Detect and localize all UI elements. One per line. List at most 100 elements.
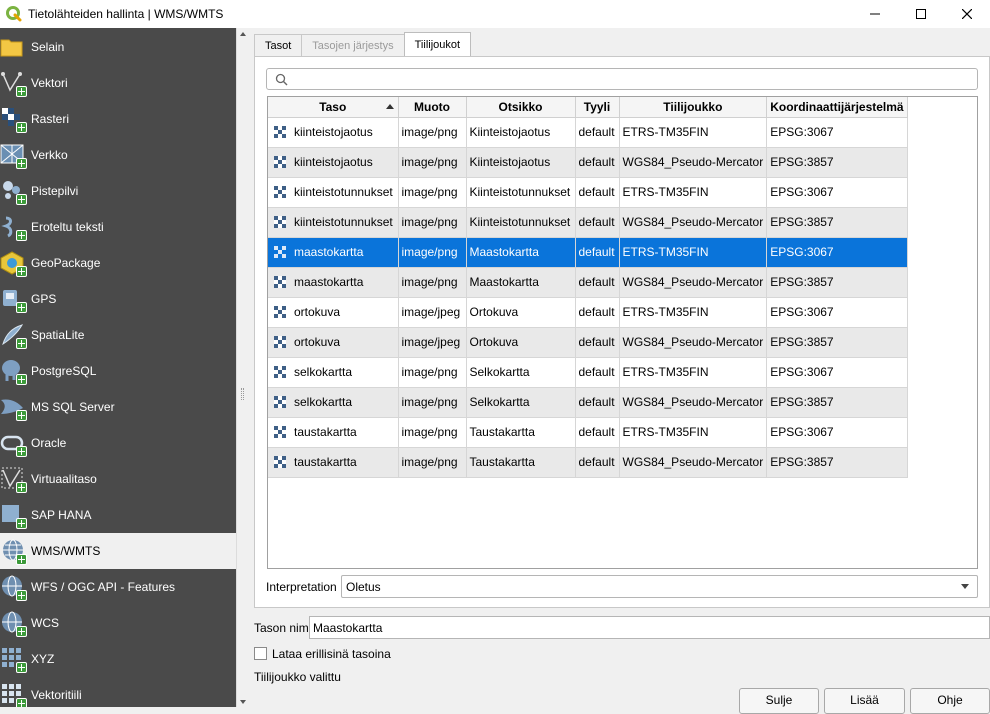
cell-text: image/png bbox=[401, 245, 458, 259]
cell-text: Kiinteistotunnukset bbox=[469, 185, 571, 199]
layer-name-input[interactable] bbox=[309, 616, 990, 639]
column-header-muoto[interactable]: Muoto bbox=[398, 97, 467, 118]
table-cell: EPSG:3857 bbox=[766, 387, 908, 418]
maximize-button[interactable] bbox=[898, 0, 944, 28]
minimize-button[interactable] bbox=[852, 0, 898, 28]
cell-text: EPSG:3857 bbox=[770, 395, 834, 409]
table-cell: ETRS-TM35FIN bbox=[619, 357, 768, 388]
scroll-down-arrow-icon[interactable] bbox=[240, 700, 246, 704]
table-row[interactable]: kiinteistojaotus image/png Kiinteistojaotu… bbox=[268, 117, 908, 148]
cell-text: EPSG:3067 bbox=[770, 245, 834, 259]
table-row[interactable]: taustakartta image/png Taustakartta default… bbox=[268, 447, 908, 478]
sidebar-item-xyz[interactable]: XYZ bbox=[0, 641, 236, 677]
cell-text: WGS84_Pseudo-Mercator bbox=[622, 275, 764, 289]
table-cell: ortokuva bbox=[268, 297, 399, 328]
table-row[interactable]: maastokartta image/png Maastokartta default… bbox=[268, 267, 908, 298]
table-row[interactable]: kiinteistotunnukset image/png Kiinteistotu… bbox=[268, 177, 908, 208]
column-header-tyyli[interactable]: Tyyli bbox=[575, 97, 620, 118]
table-cell: Maastokartta bbox=[466, 237, 576, 268]
sidebar-item-oracle[interactable]: Oracle bbox=[0, 425, 236, 461]
table-row[interactable]: kiinteistotunnukset image/png Kiinteistotu… bbox=[268, 207, 908, 238]
separate-layers-label: Lataa erillisinä tasoina bbox=[272, 647, 391, 661]
table-cell: WGS84_Pseudo-Mercator bbox=[619, 267, 768, 298]
scroll-up-arrow-icon[interactable] bbox=[240, 32, 246, 36]
cell-text: default bbox=[578, 335, 615, 349]
table-cell: EPSG:3857 bbox=[766, 147, 908, 178]
sidebar-item-label: Vektori bbox=[31, 76, 68, 90]
table-cell: kiinteistotunnukset bbox=[268, 177, 399, 208]
table-row[interactable]: ortokuva image/jpeg Ortokuva default ETRS-TM… bbox=[268, 297, 908, 328]
interpretation-select[interactable]: Oletus bbox=[341, 575, 978, 598]
table-row[interactable]: selkokartta image/png Selkokartta default WG… bbox=[268, 387, 908, 418]
table-row[interactable]: kiinteistojaotus image/png Kiinteistojaotu… bbox=[268, 147, 908, 178]
table-cell: WGS84_Pseudo-Mercator bbox=[619, 147, 768, 178]
tab-tiilijoukot[interactable]: Tiilijoukot bbox=[403, 32, 472, 56]
sidebar-item-postgresql[interactable]: PostgreSQL bbox=[0, 353, 236, 389]
table-cell: default bbox=[575, 117, 620, 148]
table-row[interactable]: ortokuva image/jpeg Ortokuva default WGS84_P… bbox=[268, 327, 908, 358]
sidebar-item-virtuaalitaso[interactable]: Virtuaalitaso bbox=[0, 461, 236, 497]
table-cell: WGS84_Pseudo-Mercator bbox=[619, 207, 768, 238]
table-row[interactable]: taustakartta image/png Taustakartta default… bbox=[268, 417, 908, 448]
tab-tasot[interactable]: Tasot bbox=[254, 34, 303, 56]
table-row[interactable]: selkokartta image/png Selkokartta default ET… bbox=[268, 357, 908, 388]
column-header-koordinaattijarjestelma[interactable]: Koordinaattijärjestelmä bbox=[766, 97, 908, 118]
sidebar-item-rasteri[interactable]: Rasteri bbox=[0, 101, 236, 137]
sidebar-item-ms-sql-server[interactable]: MS SQL Server bbox=[0, 389, 236, 425]
cell-text: Maastokartta bbox=[469, 245, 539, 259]
tileset-table: Taso Muoto Otsikko Tyyli Tiilijoukko Koo… bbox=[267, 96, 978, 569]
table-cell: Maastokartta bbox=[466, 267, 576, 298]
sidebar-item-eroteltu-teksti[interactable]: Eroteltu teksti bbox=[0, 209, 236, 245]
cell-text: ETRS-TM35FIN bbox=[622, 125, 709, 139]
add-button[interactable]: Lisää bbox=[824, 688, 905, 714]
sidebar-item-wms-wmts[interactable]: WMS/WMTS bbox=[0, 533, 236, 569]
cell-text: image/png bbox=[401, 365, 458, 379]
sidebar-item-geopackage[interactable]: GeoPackage bbox=[0, 245, 236, 281]
tileset-icon bbox=[274, 246, 286, 258]
table-cell: maastokartta bbox=[268, 237, 399, 268]
cell-text: image/png bbox=[401, 275, 458, 289]
cell-text: ETRS-TM35FIN bbox=[622, 425, 709, 439]
cell-text: taustakartta bbox=[294, 455, 357, 469]
sidebar-scrollbar[interactable] bbox=[236, 28, 248, 707]
sidebar-item-spatialite[interactable]: SpatiaLite bbox=[0, 317, 236, 353]
cell-text: kiinteistojaotus bbox=[294, 155, 373, 169]
sidebar-item-vektoritiili[interactable]: Vektoritiili bbox=[0, 677, 236, 707]
help-button[interactable]: Ohje bbox=[910, 688, 990, 714]
sidebar-item-wfs[interactable]: WFS / OGC API - Features bbox=[0, 569, 236, 605]
sidebar-item-vektori[interactable]: Vektori bbox=[0, 65, 236, 101]
sidebar-item-wcs[interactable]: WCS bbox=[0, 605, 236, 641]
mssql-icon bbox=[0, 394, 27, 421]
search-input[interactable] bbox=[293, 70, 973, 88]
cell-text: EPSG:3067 bbox=[770, 365, 834, 379]
cell-text: EPSG:3857 bbox=[770, 335, 834, 349]
column-header-taso[interactable]: Taso bbox=[268, 97, 399, 118]
sidebar-item-pistepilvi[interactable]: Pistepilvi bbox=[0, 173, 236, 209]
tab-tasojen-jarjestys[interactable]: Tasojen järjestys bbox=[301, 34, 405, 56]
column-header-tiilijoukko[interactable]: Tiilijoukko bbox=[619, 97, 768, 118]
sidebar-item-verkko[interactable]: Verkko bbox=[0, 137, 236, 173]
table-cell: ETRS-TM35FIN bbox=[619, 177, 768, 208]
sidebar-item-sap-hana[interactable]: SAP HANA bbox=[0, 497, 236, 533]
table-cell: image/png bbox=[398, 207, 467, 238]
table-row[interactable]: maastokartta image/png Maastokartta default… bbox=[268, 237, 908, 268]
cell-text: selkokartta bbox=[294, 395, 353, 409]
splitter-grip[interactable] bbox=[241, 388, 244, 400]
sidebar-item-gps[interactable]: GPS bbox=[0, 281, 236, 317]
column-header-otsikko[interactable]: Otsikko bbox=[466, 97, 576, 118]
separate-layers-checkbox[interactable] bbox=[254, 647, 267, 660]
table-cell: default bbox=[575, 387, 620, 418]
cell-text: kiinteistojaotus bbox=[294, 125, 373, 139]
xyz-icon bbox=[0, 646, 27, 673]
table-cell: image/png bbox=[398, 387, 467, 418]
cell-text: default bbox=[578, 425, 615, 439]
sidebar-item-selain[interactable]: Selain bbox=[0, 29, 236, 65]
close-button[interactable] bbox=[944, 0, 990, 28]
search-box[interactable] bbox=[266, 68, 978, 90]
cell-text: WGS84_Pseudo-Mercator bbox=[622, 155, 764, 169]
close-dialog-button[interactable]: Sulje bbox=[739, 688, 819, 714]
tileset-icon bbox=[274, 426, 286, 438]
table-cell: default bbox=[575, 327, 620, 358]
table-cell: Kiinteistotunnukset bbox=[466, 177, 576, 208]
table-cell: default bbox=[575, 237, 620, 268]
